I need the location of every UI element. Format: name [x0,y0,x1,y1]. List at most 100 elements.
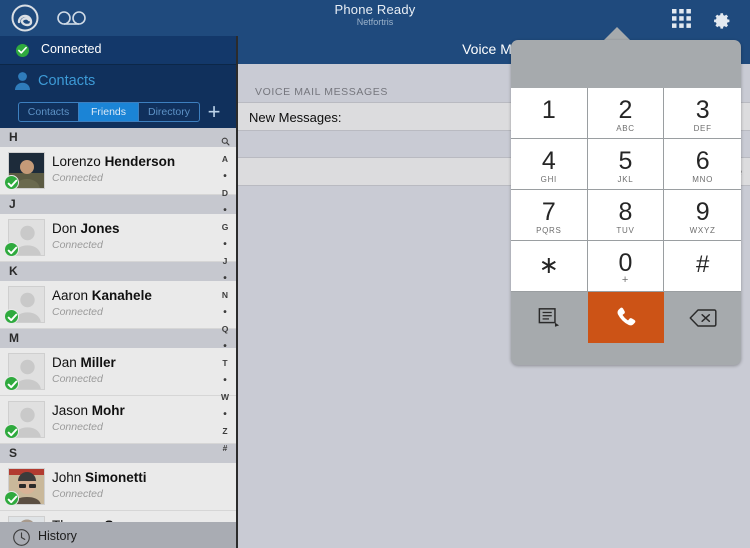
notes-icon[interactable] [511,292,588,343]
index-letter[interactable]: • [214,372,236,389]
dialpad-key-8[interactable]: 8 TUV [587,190,665,241]
contact-first-name: Aaron [52,288,89,303]
contact-row[interactable]: Don Jones Connected [0,214,236,262]
index-letter[interactable]: A [214,151,236,168]
index-letter[interactable]: • [214,270,236,287]
presence-online-icon [4,242,19,257]
dialpad-key-letters: JKL [617,175,634,184]
contact-status: Connected [52,421,103,433]
dialpad-key-digit: 3 [695,96,710,124]
dialpad-number-display[interactable] [511,40,741,88]
alphabet-index[interactable]: A • D • G • J • N • Q • T • W • Z # [214,128,236,522]
index-letter[interactable]: N [214,287,236,304]
voicemail-section-label: VOICE MAIL MESSAGES [255,86,388,98]
sidebar-item-history-label: History [38,529,77,543]
segment-friends[interactable]: Friends [79,103,139,121]
dialpad-key-digit: 2 [618,96,633,124]
contact-first-name: Don [52,221,77,236]
call-icon[interactable] [587,292,665,343]
dialpad-key-1[interactable]: 1 [511,88,588,139]
dialpad-action-row [511,292,741,343]
contacts-section-header: S [0,444,236,463]
sidebar-item-history[interactable]: History [0,522,236,548]
voicemail-tape-icon[interactable] [55,9,89,27]
dialpad-key-hash[interactable]: # [664,241,741,292]
contact-last-name: Simonetti [85,470,147,485]
dialpad-key-digit: 1 [541,96,556,124]
phone-app-window: Phone Ready Netfortris Connected Contact… [0,0,750,548]
dialpad-key-6[interactable]: 6 MNO [664,139,741,190]
contact-name: Jason Mohr [52,403,125,418]
contact-name: Dan Miller [52,355,116,370]
index-letter[interactable]: G [214,219,236,236]
dialpad-key-9[interactable]: 9 WXYZ [664,190,741,241]
person-icon [14,71,31,91]
contact-last-name: Henderson [104,154,176,169]
contacts-section-header: K [0,262,236,281]
backspace-icon[interactable] [664,292,741,343]
index-letter[interactable]: • [214,236,236,253]
search-icon[interactable] [214,134,236,151]
grid-dialpad-icon[interactable] [671,8,692,29]
sidebar: Connected Contacts Contacts Friends Dire… [0,36,236,548]
contact-first-name: Dan [52,355,77,370]
contacts-list[interactable]: H Lorenzo Henderson Connected J Don Jones Con… [0,128,236,522]
index-letter[interactable]: • [214,304,236,321]
contacts-section-header: M [0,329,236,348]
contact-row[interactable]: Aaron Kanahele Connected [0,281,236,329]
dialpad-key-star[interactable]: ∗ [511,241,588,292]
index-letter[interactable]: T [214,355,236,372]
contact-last-name: Kanahele [91,288,152,303]
index-letter[interactable]: • [214,202,236,219]
dialpad-key-digit: 4 [541,147,556,175]
dialpad-key-letters: TUV [616,226,635,235]
index-letter[interactable]: • [214,338,236,355]
dialpad-key-0[interactable]: 0 + [587,241,665,292]
presence-online-icon [4,376,19,391]
top-bar: Phone Ready Netfortris [0,0,750,36]
dialpad-key-digit: ∗ [538,252,559,279]
dialpad-popover: 1 2 ABC 3 DEF 4 GHI 5 JKL 6 MNO 7 PQRS 8 TUV 9 WXYZ ∗ 0 + # [511,40,741,365]
contact-status: Connected [52,488,103,500]
dialpad-key-7[interactable]: 7 PQRS [511,190,588,241]
dialpad-key-4[interactable]: 4 GHI [511,139,588,190]
index-letter[interactable]: • [214,168,236,185]
contact-last-name: Mohr [91,403,125,418]
dialpad-key-3[interactable]: 3 DEF [664,88,741,139]
index-letter[interactable]: D [214,185,236,202]
contact-row[interactable]: Jason Mohr Connected [0,396,236,444]
index-letter[interactable]: # [214,440,236,457]
contact-first-name: Jason [52,403,89,418]
segment-contacts[interactable]: Contacts [19,103,79,121]
index-letter[interactable]: J [214,253,236,270]
contact-row[interactable]: Lorenzo Henderson Connected [0,147,236,195]
index-letter[interactable]: • [214,406,236,423]
dialpad-key-2[interactable]: 2 ABC [587,88,665,139]
contact-row[interactable]: Dan Miller Connected [0,348,236,396]
phone-status-header: Phone Ready Netfortris [0,0,750,36]
dialpad-footer [511,343,741,363]
contact-name: Don Jones [52,221,120,236]
dialpad-key-5[interactable]: 5 JKL [587,139,665,190]
presence-online-icon [4,309,19,324]
contact-status: Connected [52,239,103,251]
dialpad-keys[interactable]: 1 2 ABC 3 DEF 4 GHI 5 JKL 6 MNO 7 PQRS 8 TUV 9 WXYZ ∗ 0 + # [511,88,741,292]
contact-status: Connected [52,373,103,385]
new-messages-label: New Messages: [249,110,342,125]
index-letter[interactable]: W [214,389,236,406]
swirl-logo-icon[interactable] [10,3,40,33]
dialpad-caret [603,27,631,41]
contact-last-name: Jones [80,221,120,236]
segment-directory[interactable]: Directory [139,103,199,121]
clock-icon [12,528,31,547]
contact-name: Aaron Kanahele [52,288,152,303]
phone-status-title: Phone Ready [334,2,416,17]
contacts-segmented-control[interactable]: Contacts Friends Directory [18,102,200,122]
connection-status-row[interactable]: Connected [0,36,236,65]
index-letter[interactable]: Q [214,321,236,338]
contact-row[interactable]: Thomas SwayzeAvailable [0,511,236,522]
add-contact-button[interactable]: + [204,101,224,123]
index-letter[interactable]: Z [214,423,236,440]
contact-row[interactable]: John Simonetti Connected [0,463,236,511]
gear-icon[interactable] [709,7,732,30]
